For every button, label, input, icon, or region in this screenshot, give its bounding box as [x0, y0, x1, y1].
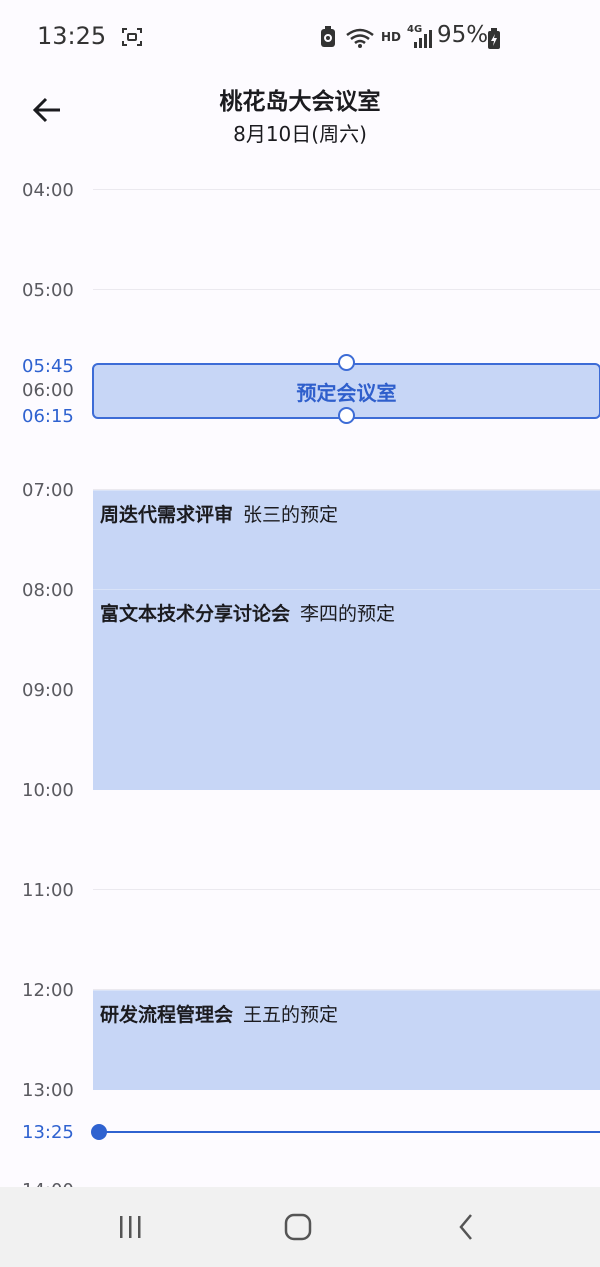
- hour-label: 10:00: [22, 780, 74, 801]
- battery-saver-icon: [320, 26, 336, 52]
- selection-start-time: 05:45: [22, 356, 74, 377]
- day-timeline[interactable]: 04:00 05:00 06:00 07:00 08:00 09:00 10:0…: [0, 0, 600, 1201]
- booking-title: 研发流程管理会: [100, 1004, 234, 1026]
- hour-gridline: [93, 189, 600, 190]
- selection-end-handle[interactable]: [338, 407, 355, 424]
- current-time-line: [99, 1131, 600, 1133]
- current-time-dot: [91, 1124, 107, 1140]
- battery-percent: 95%: [437, 22, 489, 48]
- booking-block[interactable]: 研发流程管理会 王五的预定: [93, 990, 600, 1090]
- book-room-label: 预定会议室: [296, 380, 397, 405]
- chevron-left-icon: [459, 1214, 472, 1240]
- signal-icon: [412, 30, 432, 52]
- page-subtitle: 8月10日(周六): [233, 122, 367, 146]
- app-header: 桃花岛大会议室 8月10日(周六): [0, 76, 600, 176]
- system-nav-bar: [0, 1187, 600, 1267]
- recent-apps-icon: [120, 1216, 141, 1238]
- booking-title: 周迭代需求评审: [100, 504, 234, 526]
- meeting-room-booking-screen: 04:00 05:00 06:00 07:00 08:00 09:00 10:0…: [0, 0, 600, 1267]
- battery-charging-icon: [487, 28, 501, 54]
- booking-block[interactable]: 周迭代需求评审 张三的预定: [93, 490, 600, 590]
- booking-info: 周迭代需求评审 张三的预定: [100, 500, 338, 527]
- hour-label: 06:00: [22, 380, 74, 401]
- home-button[interactable]: [278, 1211, 318, 1243]
- booking-block[interactable]: 富文本技术分享讨论会 李四的预定: [93, 589, 600, 790]
- hour-label: 11:00: [22, 880, 74, 901]
- hour-label: 09:00: [22, 680, 74, 701]
- page-title: 桃花岛大会议室: [219, 89, 381, 115]
- system-back-button[interactable]: [446, 1211, 486, 1243]
- hour-label: 13:00: [22, 1080, 74, 1101]
- booking-info: 研发流程管理会 王五的预定: [100, 1000, 338, 1027]
- hour-label: 04:00: [22, 180, 74, 201]
- booking-owner: 张三的预定: [243, 504, 339, 526]
- hour-gridline: [93, 889, 600, 890]
- home-icon: [284, 1213, 312, 1241]
- hour-label: 08:00: [22, 580, 74, 601]
- status-bar: 13:25 HD 4G 95%: [0, 0, 600, 76]
- hour-label: 07:00: [22, 480, 74, 501]
- current-time-label: 13:25: [22, 1122, 74, 1143]
- hour-gridline: [93, 289, 600, 290]
- recent-apps-button[interactable]: [110, 1211, 150, 1243]
- booking-owner: 李四的预定: [300, 603, 396, 625]
- selection-end-time: 06:15: [22, 406, 74, 427]
- hour-label: 12:00: [22, 980, 74, 1001]
- hd-indicator: HD: [381, 30, 402, 44]
- selection-start-handle[interactable]: [338, 354, 355, 371]
- hour-label: 05:00: [22, 280, 74, 301]
- booking-title: 富文本技术分享讨论会: [100, 603, 291, 625]
- booking-owner: 王五的预定: [243, 1004, 339, 1026]
- screen-record-icon: [122, 28, 142, 46]
- booking-info: 富文本技术分享讨论会 李四的预定: [100, 599, 395, 626]
- wifi-icon: [345, 28, 375, 52]
- status-time: 13:25: [37, 22, 107, 50]
